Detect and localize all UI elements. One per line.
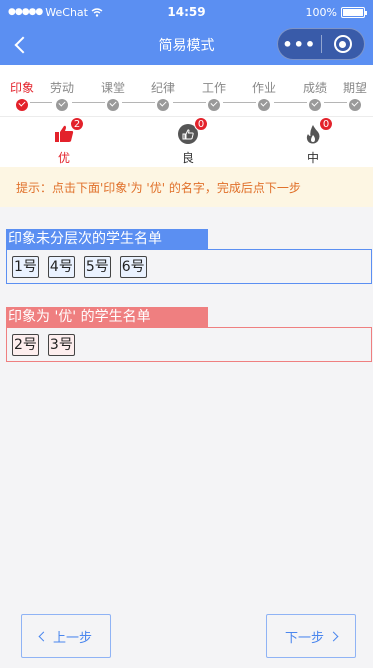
rating-options: 2 优 0 良 0 中	[0, 117, 373, 167]
check-icon	[349, 99, 361, 111]
prev-step-button[interactable]: 上一步	[21, 614, 111, 658]
back-button[interactable]	[6, 30, 36, 60]
nav-bar: 简易模式 •••	[0, 24, 373, 65]
status-bar: ●●●●● WeChat 14:59 100%	[0, 0, 373, 24]
mini-program-capsule: •••	[277, 28, 365, 60]
step-connector	[173, 102, 206, 103]
check-icon	[157, 99, 169, 111]
flame-icon	[306, 125, 320, 144]
rating-label: 优	[57, 151, 70, 165]
top-bar: ●●●●● WeChat 14:59 100% 简易模式 •••	[0, 0, 373, 65]
step-classroom[interactable]: 课堂	[93, 79, 133, 111]
chevron-left-icon	[38, 631, 49, 641]
step-grades[interactable]: 成绩	[295, 79, 335, 111]
step-label: 作业	[251, 81, 276, 95]
step-labor[interactable]: 劳动	[42, 79, 82, 111]
group-title: 印象为 '优' 的学生名单	[6, 307, 208, 327]
count-badge: 0	[194, 117, 208, 131]
step-label: 劳动	[49, 81, 74, 95]
unassigned-students-group: 印象未分层次的学生名单 1号 4号 5号 6号	[6, 228, 372, 284]
step-label: 课堂	[100, 81, 125, 95]
rating-excellent[interactable]: 2 优	[39, 117, 89, 166]
student-chip[interactable]: 5号	[83, 255, 111, 278]
rating-good[interactable]: 0 良	[163, 117, 213, 166]
chevron-left-icon	[14, 36, 32, 53]
count-badge: 0	[319, 117, 333, 131]
excellent-students-group: 印象为 '优' 的学生名单 2号 3号	[6, 306, 372, 362]
step-homework[interactable]: 作业	[244, 79, 284, 111]
close-mini-program-button[interactable]	[321, 35, 364, 53]
rating-label: 中	[306, 151, 319, 165]
check-icon	[309, 99, 321, 111]
step-connector	[324, 102, 347, 103]
status-time: 14:59	[167, 5, 206, 19]
check-icon	[16, 99, 28, 111]
next-step-button[interactable]: 下一步	[266, 614, 356, 658]
more-menu-icon[interactable]: •••	[278, 35, 321, 54]
step-label: 期望	[342, 81, 367, 95]
battery-icon	[341, 6, 367, 18]
next-step-label: 下一步	[284, 630, 324, 646]
step-progress: 印象 劳动 课堂 纪律 工作 作业 成绩 期望	[0, 65, 373, 117]
step-work[interactable]: 工作	[194, 79, 234, 111]
step-connector	[223, 102, 256, 103]
student-chip[interactable]: 1号	[12, 255, 39, 278]
student-chip[interactable]: 2号	[12, 333, 39, 356]
step-connector	[122, 102, 155, 103]
step-discipline[interactable]: 纪律	[143, 79, 183, 111]
group-title: 印象未分层次的学生名单	[6, 229, 208, 249]
step-label: 纪律	[150, 81, 175, 95]
target-icon	[333, 35, 352, 53]
step-label: 印象	[9, 81, 34, 95]
student-list: 1号 4号 5号 6号	[6, 249, 372, 284]
rating-average[interactable]: 0 中	[288, 117, 338, 166]
step-expectation[interactable]: 期望	[335, 79, 373, 111]
step-label: 工作	[201, 81, 226, 95]
instruction-tip: 提示：点击下面'印象'为 '优' 的名字，完成后点下一步	[0, 167, 373, 207]
step-impression[interactable]: 印象	[2, 79, 42, 111]
chevron-right-icon	[328, 631, 339, 641]
rating-label: 良	[181, 151, 194, 165]
check-icon	[107, 99, 119, 111]
student-chip[interactable]: 3号	[47, 333, 75, 356]
student-chip[interactable]: 6号	[119, 255, 147, 278]
count-badge: 2	[70, 117, 84, 131]
step-connector	[274, 102, 307, 103]
step-label: 成绩	[302, 81, 327, 95]
step-connector	[72, 102, 105, 103]
step-connector	[30, 102, 52, 103]
check-icon	[56, 99, 68, 111]
check-icon	[208, 99, 220, 111]
prev-step-label: 上一步	[52, 630, 92, 646]
check-icon	[258, 99, 270, 111]
student-list: 2号 3号	[6, 327, 372, 362]
student-chip[interactable]: 4号	[47, 255, 75, 278]
